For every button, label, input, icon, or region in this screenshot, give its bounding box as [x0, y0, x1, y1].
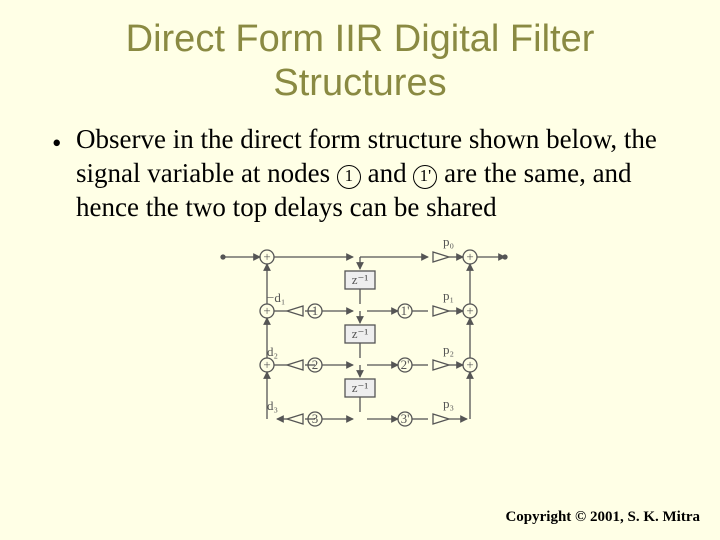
circled-node-1p: 1'	[413, 165, 437, 189]
slide-title: Direct Form IIR Digital Filter Structure…	[48, 18, 672, 105]
node-right-3: 3'	[401, 411, 410, 426]
bullet-marker: •	[52, 123, 76, 161]
svg-text:+: +	[263, 249, 270, 264]
copyright-text: Copyright © 2001, S. K. Mitra	[505, 509, 700, 526]
filter-diagram-svg: + p₀ + −d₁ + 1	[205, 235, 515, 445]
svg-text:+: +	[263, 357, 270, 372]
delay-box-l-2: z⁻¹	[352, 326, 369, 341]
svg-text:+: +	[263, 303, 270, 318]
node-left-1: 1	[312, 303, 319, 318]
node-right-2: 2'	[401, 357, 410, 372]
svg-text:+: +	[466, 249, 473, 264]
delay-box-l-1: z⁻¹	[352, 272, 369, 287]
node-right-1: 1'	[401, 303, 410, 318]
coef-d3: d₃	[267, 398, 278, 413]
svg-text:+: +	[466, 357, 473, 372]
bullet-seg-2: and	[368, 158, 414, 188]
svg-text:+: +	[466, 303, 473, 318]
coef-p1: p₁	[443, 288, 454, 303]
coef-p3: p₃	[443, 396, 454, 411]
delay-box-l-3: z⁻¹	[352, 380, 369, 395]
filter-diagram: + p₀ + −d₁ + 1	[48, 235, 672, 450]
circled-node-1: 1	[337, 165, 361, 189]
node-left-2: 2	[312, 357, 319, 372]
coef-p2: p₂	[443, 342, 454, 357]
bullet-text: Observe in the direct form structure sho…	[76, 123, 672, 224]
bullet-item: • Observe in the direct form structure s…	[52, 123, 672, 224]
coef-p0: p₀	[443, 235, 454, 249]
